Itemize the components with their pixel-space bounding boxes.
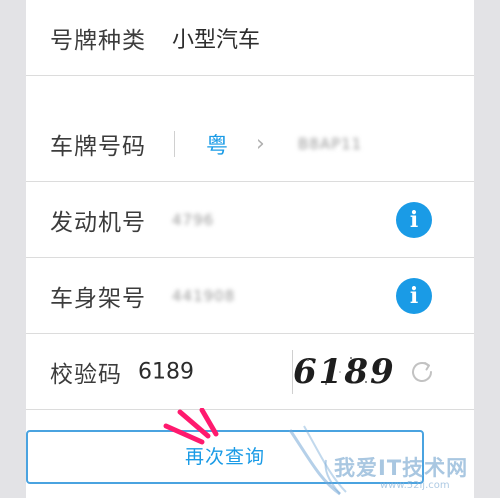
annotation-marks bbox=[163, 408, 219, 445]
plate-number-label: 车牌号码 bbox=[50, 133, 146, 160]
vin-input[interactable]: 441908 bbox=[172, 287, 235, 305]
vin-label: 车身架号 bbox=[50, 285, 146, 312]
engine-number-row: 发动机号 4796 i bbox=[26, 182, 474, 258]
vehicle-query-form: 号牌种类 小型汽车 车牌号码 粤 › B8AP11 发动机号 4796 i 车身… bbox=[26, 0, 474, 498]
chevron-right-icon[interactable]: › bbox=[256, 131, 265, 156]
refresh-icon[interactable] bbox=[408, 358, 436, 386]
captcha-input[interactable]: 6189 bbox=[138, 359, 194, 384]
divider bbox=[174, 130, 175, 157]
captcha-row: 校验码 6189 6189 bbox=[26, 334, 474, 410]
watermark-text: 我爱IT技术网 bbox=[334, 456, 469, 480]
captcha-image[interactable]: 6189 bbox=[292, 349, 394, 394]
query-screen: 号牌种类 小型汽车 车牌号码 粤 › B8AP11 发动机号 4796 i 车身… bbox=[0, 0, 500, 498]
plate-number-row: 车牌号码 粤 › B8AP11 bbox=[26, 106, 474, 182]
vin-row: 车身架号 441908 i bbox=[26, 258, 474, 334]
engine-number-label: 发动机号 bbox=[50, 209, 146, 236]
vehicle-type-value[interactable]: 小型汽车 bbox=[172, 22, 260, 54]
vehicle-type-row[interactable]: 号牌种类 小型汽车 bbox=[26, 0, 474, 76]
info-icon[interactable]: i bbox=[396, 277, 432, 314]
province-selector[interactable]: 粤 bbox=[206, 128, 228, 160]
captcha-label: 校验码 bbox=[50, 361, 122, 388]
watermark-url: www.52ij.com bbox=[380, 480, 450, 491]
info-icon[interactable]: i bbox=[396, 201, 432, 238]
plate-number-input[interactable]: B8AP11 bbox=[298, 135, 362, 153]
engine-number-input[interactable]: 4796 bbox=[172, 211, 214, 229]
vehicle-type-label: 号牌种类 bbox=[50, 27, 146, 54]
